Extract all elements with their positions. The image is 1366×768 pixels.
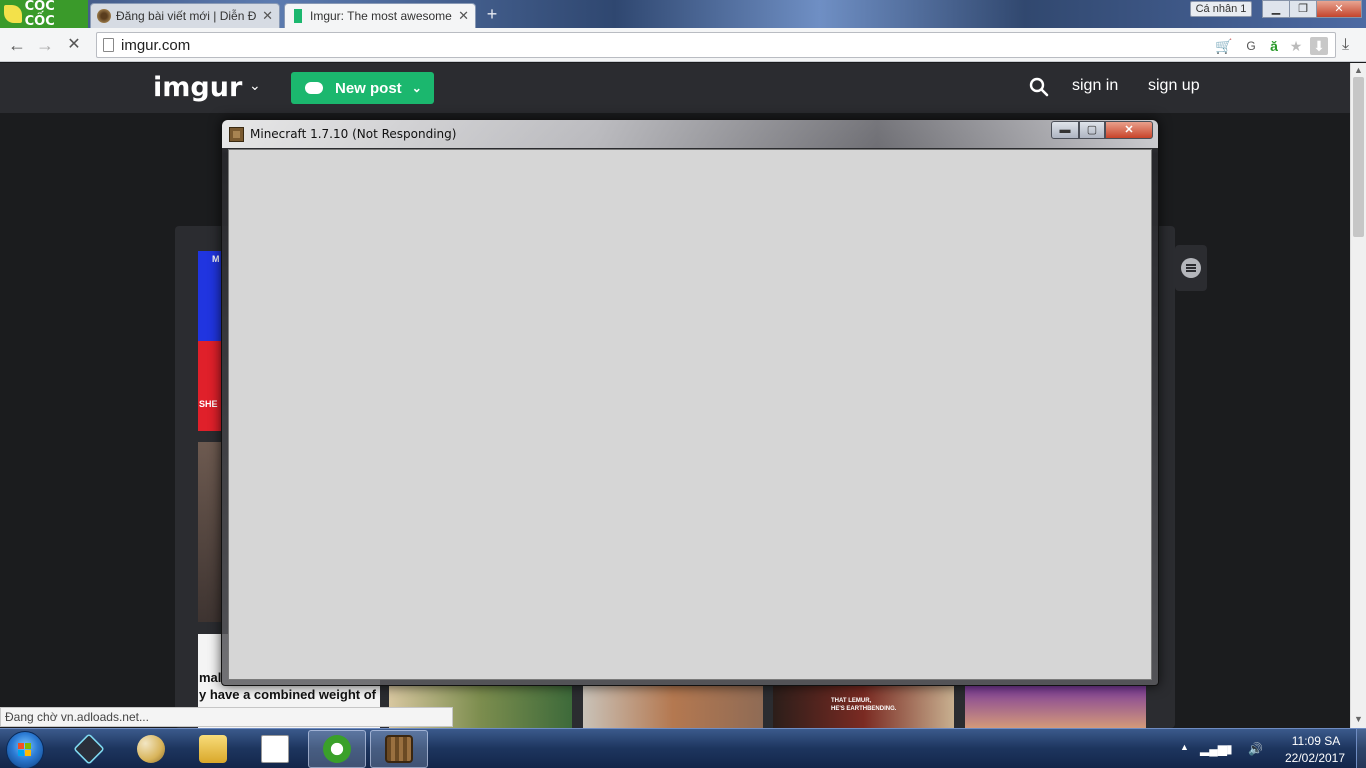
- minimize-button[interactable]: ▬: [1051, 121, 1079, 139]
- downloads-icon[interactable]: ⤓: [1342, 36, 1349, 54]
- chevron-down-icon[interactable]: ⌄: [249, 77, 261, 94]
- new-post-button[interactable]: New post ⌄: [291, 72, 434, 104]
- scroll-up-arrow-icon[interactable]: ▲: [1354, 65, 1363, 75]
- new-tab-button[interactable]: +: [482, 5, 502, 24]
- gallery-thumbnail[interactable]: [198, 442, 222, 622]
- start-button[interactable]: [6, 731, 44, 768]
- minecraft-window[interactable]: Minecraft 1.7.10 (Not Responding) ▬ ▢ ✕: [221, 119, 1159, 686]
- thumbnail-caption: mal: [199, 670, 222, 685]
- comment-icon: [1181, 258, 1201, 278]
- taskbar-nox[interactable]: [60, 730, 118, 768]
- thumbnail-caption: M: [212, 254, 220, 264]
- page-scrollbar[interactable]: ▲ ▼: [1350, 63, 1366, 728]
- minecraft-client-area[interactable]: [228, 149, 1152, 680]
- unikey-icon: [261, 735, 289, 763]
- gallery-thumbnail[interactable]: [965, 686, 1146, 728]
- chevron-down-icon: ⌄: [411, 81, 422, 95]
- tab-close-icon[interactable]: ✕: [262, 8, 273, 24]
- tab-dien-dan[interactable]: Đăng bài viết mới | Diễn Đ ✕: [90, 3, 280, 28]
- save-video-icon[interactable]: ⬇: [1310, 37, 1328, 55]
- vietnamese-input-icon[interactable]: ă: [1265, 37, 1283, 55]
- paint-palette-icon: [137, 735, 165, 763]
- tab-close-icon[interactable]: ✕: [458, 8, 469, 24]
- thumbnail-caption: HE'S EARTHBENDING.: [831, 706, 897, 712]
- gallery-thumbnail[interactable]: THAT LEMUR, HE'S EARTHBENDING.: [773, 686, 954, 728]
- taskbar-unikey[interactable]: [246, 730, 304, 768]
- gallery-thumbnail[interactable]: [583, 686, 763, 728]
- volume-icon[interactable]: 🔊: [1248, 742, 1263, 756]
- comment-bubble-button[interactable]: [1175, 245, 1207, 291]
- thumbnail-caption: SHE: [199, 399, 218, 409]
- forward-arrow-icon[interactable]: →: [34, 34, 56, 56]
- profile-button[interactable]: Cá nhân 1: [1190, 1, 1252, 17]
- stop-loading-icon[interactable]: ✕: [63, 34, 85, 56]
- coccoc-brand-text: CỐC CỐC: [24, 0, 55, 29]
- clock-date[interactable]: 22/02/2017: [1277, 751, 1353, 765]
- address-bar-url[interactable]: imgur.com: [121, 37, 190, 54]
- taskbar-paint[interactable]: [122, 730, 180, 768]
- page-icon: [103, 38, 114, 52]
- crafting-table-icon: [385, 735, 413, 763]
- minecraft-title-bar[interactable]: Minecraft 1.7.10 (Not Responding) ▬ ▢ ✕: [222, 120, 1158, 148]
- tab-title: Imgur: The most awesome: [310, 9, 452, 23]
- maximize-button[interactable]: ▢: [1079, 121, 1105, 139]
- windows-taskbar: ▲ ▂▄▆ ▮ 🔊 11:09 SA 22/02/2017: [0, 728, 1366, 768]
- back-arrow-icon[interactable]: ←: [6, 34, 28, 56]
- new-post-label: New post: [335, 79, 402, 97]
- browser-minimize-button[interactable]: ▁: [1262, 0, 1290, 18]
- translate-icon[interactable]: G: [1242, 37, 1260, 55]
- taskbar-coccoc[interactable]: [308, 730, 366, 768]
- shopping-cart-icon[interactable]: 🛒: [1215, 37, 1233, 55]
- thumbnail-caption: THAT LEMUR,: [831, 698, 872, 704]
- imgur-favicon-icon: [294, 9, 302, 23]
- tab-imgur[interactable]: Imgur: The most awesome ✕: [284, 3, 476, 28]
- coccoc-logo[interactable]: CỐC CỐC: [0, 0, 88, 29]
- tab-title: Đăng bài viết mới | Diễn Đ: [116, 9, 257, 23]
- battery-icon[interactable]: ▮: [1226, 742, 1233, 756]
- show-desktop-button[interactable]: [1356, 729, 1366, 768]
- taskbar-explorer[interactable]: [184, 730, 242, 768]
- nox-icon: [73, 733, 105, 765]
- sign-in-link[interactable]: sign in: [1072, 77, 1118, 95]
- coccoc-leaf-icon: [4, 5, 22, 23]
- browser-restore-button[interactable]: ❐: [1289, 0, 1317, 18]
- clock-time[interactable]: 11:09 SA: [1281, 734, 1351, 748]
- scrollbar-thumb[interactable]: [1353, 77, 1364, 237]
- search-icon[interactable]: [1028, 76, 1050, 98]
- thumbnail-caption: y have a combined weight of: [199, 687, 376, 702]
- folder-icon: [199, 735, 227, 763]
- bookmark-star-icon[interactable]: ★: [1287, 37, 1305, 55]
- imgur-logo[interactable]: imgur: [153, 72, 242, 103]
- minecraft-favicon-icon: [97, 9, 111, 23]
- address-bar[interactable]: imgur.com 🛒 G ă ★ ⬇: [96, 32, 1336, 58]
- cloud-upload-icon: [305, 82, 323, 94]
- show-hidden-icons-arrow-icon[interactable]: ▲: [1180, 742, 1189, 752]
- sign-up-link[interactable]: sign up: [1148, 77, 1200, 95]
- scroll-down-arrow-icon[interactable]: ▼: [1354, 714, 1363, 724]
- minecraft-window-title: Minecraft 1.7.10 (Not Responding): [250, 127, 457, 141]
- imgur-header: imgur ⌄ New post ⌄ sign in sign up: [0, 63, 1350, 113]
- crafting-table-icon: [229, 127, 244, 142]
- network-signal-icon[interactable]: ▂▄▆: [1200, 742, 1227, 756]
- browser-toolbar: ← → ✕ imgur.com 🛒 G ă ★ ⬇ ⤓: [0, 28, 1366, 62]
- windows-logo-icon: [18, 743, 32, 757]
- browser-tab-strip: CỐC CỐC Đăng bài viết mới | Diễn Đ ✕ Img…: [0, 0, 1366, 29]
- browser-status-bubble: Đang chờ vn.adloads.net...: [0, 707, 453, 727]
- taskbar-minecraft[interactable]: [370, 730, 428, 768]
- coccoc-browser-icon: [323, 735, 351, 763]
- close-button[interactable]: ✕: [1105, 121, 1153, 139]
- browser-close-button[interactable]: ✕: [1316, 0, 1362, 18]
- gallery-thumbnail[interactable]: M SHE: [198, 251, 222, 431]
